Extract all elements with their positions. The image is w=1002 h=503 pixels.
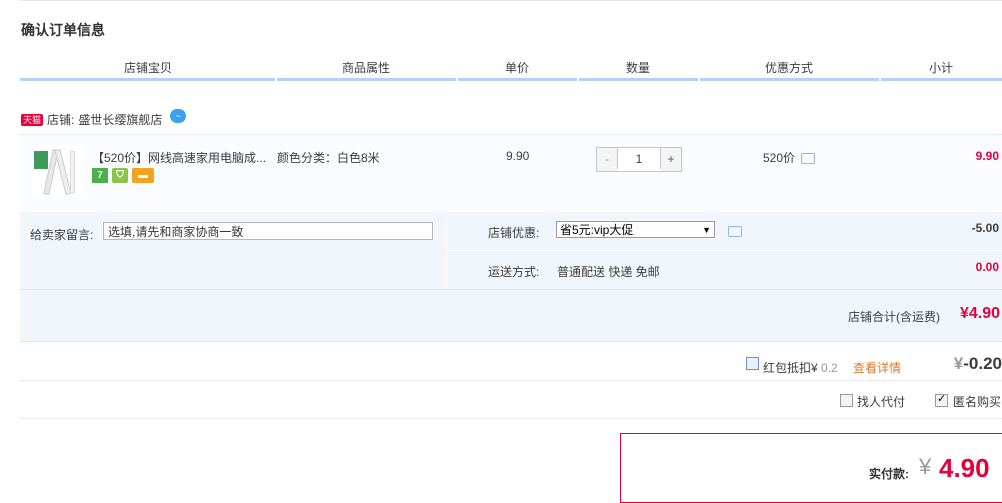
red-packet-row: 红包抵扣¥ 0.2 查看详情 ¥-0.20: [20, 340, 1002, 381]
shop-header: 天猫 店铺: 盛世长缨旗舰店 ~: [21, 109, 187, 130]
header-attribute: 商品属性: [341, 61, 390, 75]
product-thumbnail[interactable]: [32, 145, 84, 197]
shipping-method-label: 运送方式:: [488, 265, 540, 279]
header-underline: [881, 78, 1002, 81]
shop-name-link[interactable]: 盛世长缨旗舰店: [78, 110, 162, 130]
shop-discount-value: -5.00: [971, 221, 999, 235]
anonymous-purchase-label: 匿名购买: [953, 395, 1002, 409]
payment-amount: 4.90: [939, 453, 990, 483]
card-icon[interactable]: ▬: [132, 168, 154, 183]
red-packet-value: ¥-0.20: [954, 354, 1002, 374]
proxy-pay-checkbox[interactable]: [840, 394, 853, 407]
header-underline: [700, 78, 879, 81]
seller-message-input[interactable]: 选填,请先和商家协商一致: [103, 222, 433, 240]
quantity-increase-button[interactable]: +: [661, 148, 681, 171]
order-item-row: 【520价】网线高速家用电脑成... 7 ⛉ ▬ 颜色分类：白色8米 9.90 …: [20, 134, 1002, 213]
anonymous-purchase-checkbox[interactable]: [935, 392, 948, 407]
header-subtotal: 小计: [928, 61, 953, 75]
quantity-decrease-button[interactable]: -: [597, 148, 617, 171]
payment-summary-box: 实付款: ¥ 4.90: [620, 433, 1002, 503]
seven-day-return-icon[interactable]: 7: [92, 168, 108, 183]
shop-total-row: 店铺合计(含运费) ¥4.90: [20, 289, 1002, 342]
unit-price: 9.90: [506, 149, 530, 163]
yen-symbol: ¥: [919, 454, 932, 479]
dropdown-arrow-icon: ▼: [702, 225, 711, 235]
shield-icon[interactable]: ⛉: [112, 168, 128, 183]
red-packet-label: 红包抵扣¥ 0.2: [763, 359, 838, 376]
shop-discount-select[interactable]: 省5元:vip大促 ▼: [556, 221, 715, 238]
order-extra-panel: 给卖家留言: 选填,请先和商家协商一致 店铺优惠: 省5元:vip大促 ▼ -5…: [20, 212, 1002, 289]
view-details-link[interactable]: 查看详情: [853, 359, 901, 376]
header-underline: [20, 78, 275, 81]
red-packet-text: 红包抵扣¥: [763, 361, 818, 375]
tmall-badge: 天猫: [21, 114, 44, 126]
promotion-label: 520价: [763, 151, 796, 165]
chat-bubble-icon[interactable]: [801, 153, 816, 164]
purchase-options-row: 找人代付 匿名购买: [20, 381, 1002, 419]
header-shop-item: 店铺宝贝: [123, 61, 172, 75]
proxy-pay-label: 找人代付: [857, 395, 906, 409]
red-packet-amount: 0.2: [821, 361, 838, 375]
service-icons: 7 ⛉ ▬: [92, 168, 154, 183]
quantity-input[interactable]: 1: [617, 148, 661, 169]
header-promotion: 优惠方式: [764, 61, 813, 75]
quantity-stepper: - 1 +: [596, 147, 682, 172]
red-packet-checkbox[interactable]: [746, 357, 759, 370]
header-underline: [277, 78, 456, 81]
wangwang-chat-icon[interactable]: ~: [170, 109, 187, 123]
shop-total-label: 店铺合计(含运费): [848, 310, 940, 324]
yen-symbol: ¥: [953, 354, 964, 373]
shop-total-value: ¥4.90: [959, 305, 1000, 322]
seller-message-label: 给卖家留言:: [30, 228, 94, 242]
shop-discount-selected: 省5元:vip大促: [560, 223, 634, 237]
product-title-link[interactable]: 【520价】网线高速家用电脑成...: [92, 149, 266, 166]
product-attribute: 颜色分类：白色8米: [277, 151, 380, 165]
shipping-fee: 0.00: [975, 260, 999, 274]
chat-bubble-icon[interactable]: [728, 226, 742, 237]
shop-label: 店铺:: [47, 113, 75, 127]
header-quantity: 数量: [625, 61, 650, 75]
header-underline: [579, 78, 698, 81]
header-underline: [458, 78, 577, 81]
header-unit-price: 单价: [504, 61, 529, 75]
shipping-method-value: 普通配送 快递 免邮: [557, 265, 660, 279]
page-title: 确认订单信息: [21, 22, 105, 38]
red-packet-deduction: -0.20: [963, 354, 1002, 373]
order-table-header: 店铺宝贝 商品属性 单价 数量 优惠方式 小计: [20, 58, 1002, 82]
promotion-method: 520价: [763, 149, 816, 166]
payment-label: 实付款:: [869, 467, 909, 481]
shop-discount-label: 店铺优惠:: [488, 226, 540, 240]
item-subtotal: 9.90: [975, 149, 999, 163]
top-divider: [20, 0, 1002, 1]
